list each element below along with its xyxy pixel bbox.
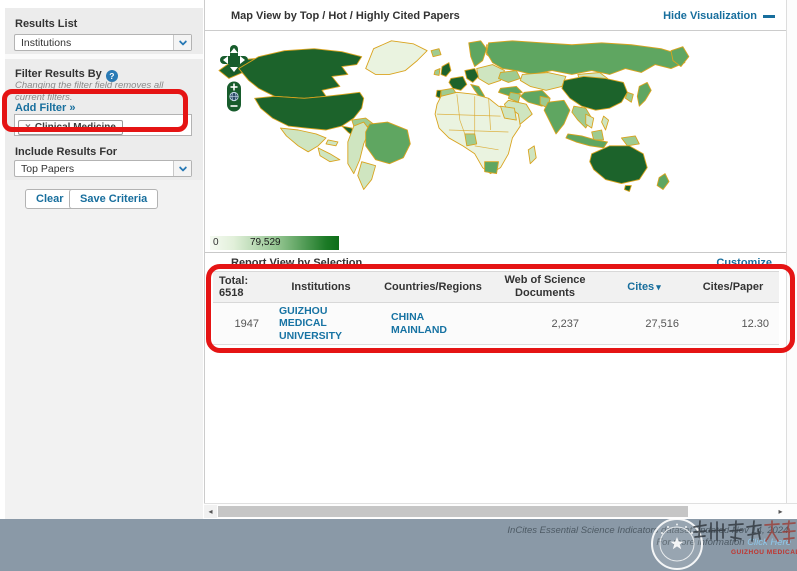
country-cuba [326, 140, 338, 146]
report-view-title: Report View by Selection [231, 257, 362, 269]
chevron-down-icon [178, 37, 186, 45]
column-header-cites-per-paper[interactable]: Cites/Paper [687, 281, 779, 293]
column-header-cites[interactable]: Cites▾ [601, 281, 687, 293]
active-filters-box: × Clinical Medicine [14, 114, 192, 136]
remove-filter-icon[interactable]: × [25, 122, 31, 133]
country-korea [625, 92, 633, 102]
country-russia [487, 41, 685, 75]
row-cites: 27,516 [601, 318, 687, 330]
column-header-countries[interactable]: Countries/Regions [377, 281, 489, 293]
clear-button[interactable]: Clear [25, 189, 75, 209]
country-china [562, 76, 627, 110]
total-header: Total: 6518 [213, 275, 265, 299]
include-results-dropdown[interactable]: Top Papers [14, 160, 192, 177]
institution-link[interactable]: GUIZHOU MEDICAL UNIVERSITY [279, 305, 374, 341]
scroll-left-button[interactable]: ◂ [204, 505, 217, 518]
filter-chip-label: Clinical Medicine [35, 122, 116, 133]
legend-min-label: 0 [213, 237, 219, 248]
add-filter-link[interactable]: Add Filter » [15, 102, 76, 114]
filter-sidebar: Results List Institutions Filter Results… [5, 8, 203, 519]
table-row: 1947 GUIZHOU MEDICAL UNIVERSITY CHINA MA… [213, 303, 779, 345]
country-argentina [358, 162, 376, 190]
country-new-zealand [657, 174, 669, 190]
save-criteria-button[interactable]: Save Criteria [69, 189, 158, 209]
country-canada [239, 49, 362, 99]
country-borneo [592, 130, 604, 140]
panel-header: Map View by Top / Hot / Highly Cited Pap… [205, 0, 787, 31]
country-australia [590, 146, 647, 184]
footer-band: InCites Essential Science Indicators dat… [0, 519, 797, 571]
row-cites-per-paper: 12.30 [687, 318, 779, 330]
filter-by-label: Filter Results By [15, 68, 102, 80]
dropdown-button[interactable] [173, 35, 191, 50]
row-count: 1947 [213, 318, 265, 330]
country-nigeria [465, 134, 477, 146]
include-results-value: Top Papers [15, 163, 173, 175]
customize-link[interactable]: Customize [716, 257, 772, 269]
section-divider [205, 252, 787, 253]
table-header-row: Total: 6518 Institutions Countries/Regio… [213, 271, 779, 303]
country-usa [255, 92, 364, 130]
row-wos-documents: 2,237 [489, 318, 601, 330]
collapse-icon [763, 15, 775, 18]
results-list-value: Institutions [15, 37, 173, 49]
country-germany [465, 69, 479, 83]
scrollbar-thumb[interactable] [218, 506, 688, 517]
university-name-en: GUIZHOU MEDICAL UNIVERSITY [731, 549, 797, 556]
column-header-wos-documents[interactable]: Web of Science Documents [489, 274, 601, 300]
results-table: Total: 6518 Institutions Countries/Regio… [213, 271, 779, 345]
esi-app-window: Results List Institutions Filter Results… [0, 0, 797, 571]
scroll-right-button[interactable]: ▸ [774, 505, 787, 518]
country-tasmania [624, 186, 631, 192]
column-header-institutions[interactable]: Institutions [265, 281, 377, 293]
country-madagascar [528, 146, 536, 164]
results-list-label: Results List [15, 18, 77, 30]
chevron-down-icon [178, 163, 186, 171]
region-central-asia [520, 73, 566, 91]
region-scandinavia [469, 41, 487, 67]
sort-desc-icon: ▾ [656, 282, 661, 292]
visualization-panel: Map View by Top / Hot / Highly Cited Pap… [204, 0, 786, 503]
globe-icon [230, 92, 238, 100]
hide-visualization-link[interactable]: Hide Visualization [663, 10, 775, 22]
country-link[interactable]: CHINA MAINLAND [391, 311, 461, 335]
filter-chip: × Clinical Medicine [18, 120, 123, 135]
map-view-title: Map View by Top / Hot / Highly Cited Pap… [231, 10, 460, 22]
sidebar-lower-zone [5, 180, 203, 519]
country-ireland [434, 69, 440, 76]
legend-max-label: 79,529 [250, 237, 281, 248]
total-label: Total: [219, 275, 265, 287]
university-name-cjk-watermark [692, 519, 796, 551]
country-brazil [366, 122, 411, 164]
country-ukraine [499, 71, 521, 83]
country-greenland [366, 41, 427, 75]
section-divider [5, 54, 203, 59]
world-choropleth-map[interactable] [215, 34, 785, 226]
map-pan-control[interactable] [219, 44, 249, 76]
hide-visualization-label: Hide Visualization [663, 10, 757, 22]
dropdown-button[interactable] [173, 161, 191, 176]
horizontal-scrollbar[interactable]: ◂ ▸ [204, 503, 797, 518]
include-results-label: Include Results For [15, 146, 117, 158]
results-list-dropdown[interactable]: Institutions [14, 34, 192, 51]
country-japan [637, 82, 651, 106]
map-zoom-control[interactable] [226, 81, 242, 112]
map-color-legend: 0 79,529 [210, 236, 339, 250]
country-uk [441, 63, 451, 77]
filter-note: Changing the filter field removes all cu… [15, 80, 187, 105]
vertical-scrollbar[interactable] [786, 0, 797, 503]
region-central-america [318, 148, 340, 162]
country-iceland [431, 49, 441, 57]
total-value: 6518 [219, 287, 265, 299]
country-philippines [602, 116, 609, 130]
country-new-guinea [621, 136, 639, 146]
country-south-africa [485, 162, 499, 174]
country-india [544, 100, 570, 134]
